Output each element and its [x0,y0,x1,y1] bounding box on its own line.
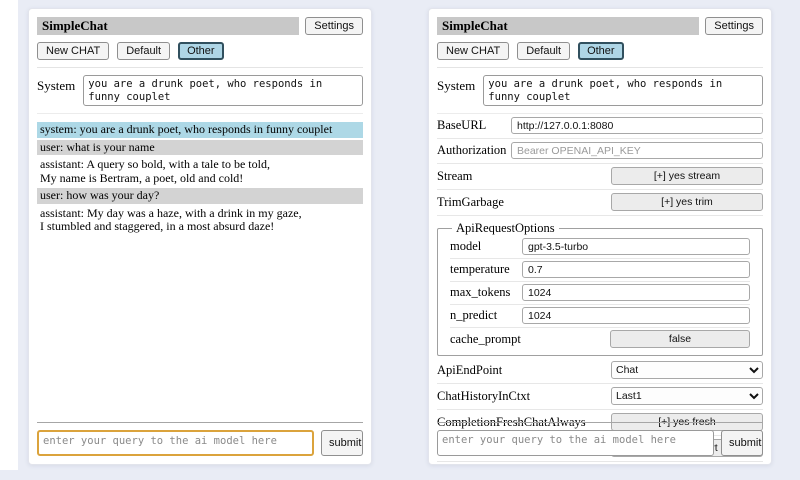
chat-message-assistant: assistant: A query so bold, with a tale … [37,157,363,186]
header: SimpleChat Settings [437,17,763,35]
session-tab-default[interactable]: Default [117,42,170,60]
system-label: System [437,75,475,94]
query-input[interactable] [437,430,714,456]
system-label: System [37,75,75,94]
setting-label-baseurl: BaseURL [437,118,511,133]
system-prompt-input[interactable]: you are a drunk poet, who responds in fu… [483,75,763,106]
chat-message-list: system: you are a drunk poet, who respon… [37,122,363,235]
setting-row-stream: Stream [+] yes stream [437,164,763,190]
setting-row-max-tokens: max_tokens [450,282,750,305]
session-tab-other[interactable]: Other [178,42,224,60]
apiendpoint-select[interactable]: Chat [611,361,763,379]
setting-row-temperature: temperature [450,259,750,282]
message-line: system: you are a drunk poet, who respon… [40,123,360,137]
settings-button[interactable]: Settings [305,17,363,35]
setting-label-n-predict: n_predict [450,308,522,323]
session-tabs: New CHAT Default Other [37,42,363,68]
message-line: I stumbled and staggered, in a most absu… [40,220,360,234]
session-tabs: New CHAT Default Other [437,42,763,68]
new-chat-button[interactable]: New CHAT [37,42,109,60]
setting-row-authorization: Authorization [437,139,763,164]
settings-button[interactable]: Settings [705,17,763,35]
message-line: user: how was your day? [40,189,360,203]
api-request-options-legend: ApiRequestOptions [452,221,559,236]
setting-label-max-tokens: max_tokens [450,285,522,300]
chat-message-user: user: what is your name [37,140,363,156]
chat-panel: SimpleChat Settings New CHAT Default Oth… [28,8,372,465]
setting-row-trimgarbage: TrimGarbage [+] yes trim [437,190,763,216]
model-input[interactable] [522,238,750,255]
query-bar: submit [37,422,363,456]
temperature-input[interactable] [522,261,750,278]
session-tab-other[interactable]: Other [578,42,624,60]
message-line: My name is Bertram, a poet, old and cold… [40,172,360,186]
submit-button[interactable]: submit [321,430,363,456]
session-tab-default[interactable]: Default [517,42,570,60]
query-bar: submit [437,422,763,456]
trimgarbage-toggle-button[interactable]: [+] yes trim [611,193,763,211]
chat-message-user: user: how was your day? [37,188,363,204]
setting-row-chathistoryinctxt: ChatHistoryInCtxt Last1 [437,384,763,410]
setting-row-model: model [450,236,750,259]
setting-row-cache-prompt: cache_prompt false [450,328,750,351]
system-prompt-row: System you are a drunk poet, who respond… [437,75,763,114]
message-line: user: what is your name [40,141,360,155]
cache-prompt-toggle-button[interactable]: false [610,330,750,348]
setting-label-trimgarbage: TrimGarbage [437,195,611,210]
chat-message-system: system: you are a drunk poet, who respon… [37,122,363,138]
submit-button[interactable]: submit [721,430,763,456]
setting-label-apiendpoint: ApiEndPoint [437,363,611,378]
setting-label-authorization: Authorization [437,143,511,158]
baseurl-input[interactable] [511,117,763,134]
setting-label-cache-prompt: cache_prompt [450,332,610,347]
system-prompt-input[interactable]: you are a drunk poet, who responds in fu… [83,75,363,106]
settings-panel: SimpleChat Settings New CHAT Default Oth… [428,8,772,465]
chat-message-assistant: assistant: My day was a haze, with a dri… [37,206,363,235]
setting-label-stream: Stream [437,169,611,184]
authorization-input[interactable] [511,142,763,159]
setting-label-temperature: temperature [450,262,522,277]
api-request-options-fieldset: ApiRequestOptions model temperature max_… [437,221,763,356]
system-prompt-row: System you are a drunk poet, who respond… [37,75,363,114]
stream-toggle-button[interactable]: [+] yes stream [611,167,763,185]
setting-label-chathistoryinctxt: ChatHistoryInCtxt [437,389,611,404]
setting-label-model: model [450,239,522,254]
page-left-margin [0,0,18,470]
message-line: assistant: My day was a haze, with a dri… [40,207,360,221]
chathistoryinctxt-select[interactable]: Last1 [611,387,763,405]
max-tokens-input[interactable] [522,284,750,301]
header: SimpleChat Settings [37,17,363,35]
setting-row-baseurl: BaseURL [437,114,763,139]
message-line: assistant: A query so bold, with a tale … [40,158,360,172]
app-title: SimpleChat [437,17,699,35]
setting-row-n-predict: n_predict [450,305,750,328]
app-title: SimpleChat [37,17,299,35]
n-predict-input[interactable] [522,307,750,324]
setting-row-apiendpoint: ApiEndPoint Chat [437,358,763,384]
new-chat-button[interactable]: New CHAT [437,42,509,60]
query-input[interactable] [37,430,314,456]
